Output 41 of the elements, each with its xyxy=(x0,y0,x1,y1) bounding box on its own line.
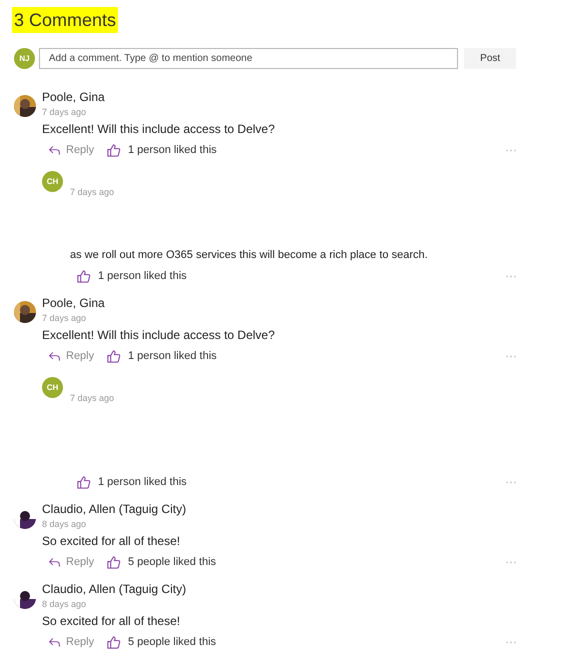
timestamp: 7 days ago xyxy=(70,186,116,199)
reply-icon xyxy=(48,144,61,156)
comment-text: Excellent! Will this include access to Delve? xyxy=(42,327,276,343)
like-count: 5 people liked this xyxy=(128,554,216,570)
like-count: 1 person liked this xyxy=(128,142,217,158)
thumbs-up-icon[interactable] xyxy=(106,348,121,364)
like-count: 1 person liked this xyxy=(128,348,217,364)
comment-text: So excited for all of these! xyxy=(42,533,182,549)
author-name: Poole, Gina xyxy=(42,89,106,105)
comment-field[interactable]: Add a comment. Type @ to mention someone xyxy=(38,48,458,69)
reply-button[interactable]: Reply xyxy=(48,634,106,649)
thumbs-up-icon[interactable] xyxy=(106,554,121,570)
like-count: 5 people liked this xyxy=(128,634,216,649)
timestamp: 7 days ago xyxy=(42,312,88,325)
user-avatar: CH xyxy=(42,171,63,192)
author-name: Claudio, Allen (Taguig City) xyxy=(42,581,188,597)
comment-text: Excellent! Will this include access to Delve? xyxy=(42,121,276,137)
reply-button[interactable]: Reply xyxy=(48,554,106,570)
user-avatar: NJ xyxy=(14,48,35,69)
author-name: Claudio, Allen (Taguig City) xyxy=(42,501,188,517)
thumbs-up-icon[interactable] xyxy=(106,634,121,649)
reply-text: as we roll out more O365 services this will become a rich place to search. xyxy=(70,248,429,263)
timestamp: 7 days ago xyxy=(42,106,88,119)
thumbs-up-icon[interactable] xyxy=(76,268,91,284)
reply-button[interactable]: Reply xyxy=(48,348,106,364)
reply-icon xyxy=(48,556,61,568)
like-count: 1 person liked this xyxy=(98,268,187,284)
comments-heading: 3 Comments xyxy=(12,7,118,33)
like-count: 1 person liked this xyxy=(98,474,187,490)
timestamp: 8 days ago xyxy=(42,518,88,531)
reply-button[interactable]: Reply xyxy=(48,142,106,158)
timestamp: 8 days ago xyxy=(42,598,88,611)
thumbs-up-icon[interactable] xyxy=(76,474,91,490)
reply-icon xyxy=(48,350,61,362)
reply-icon xyxy=(48,636,61,648)
author-name: Poole, Gina xyxy=(42,295,106,311)
post-button[interactable]: Post xyxy=(464,48,516,69)
thumbs-up-icon[interactable] xyxy=(106,142,121,158)
comment-text: So excited for all of these! xyxy=(42,613,182,629)
timestamp: 7 days ago xyxy=(70,392,116,405)
user-avatar: CH xyxy=(42,377,63,398)
